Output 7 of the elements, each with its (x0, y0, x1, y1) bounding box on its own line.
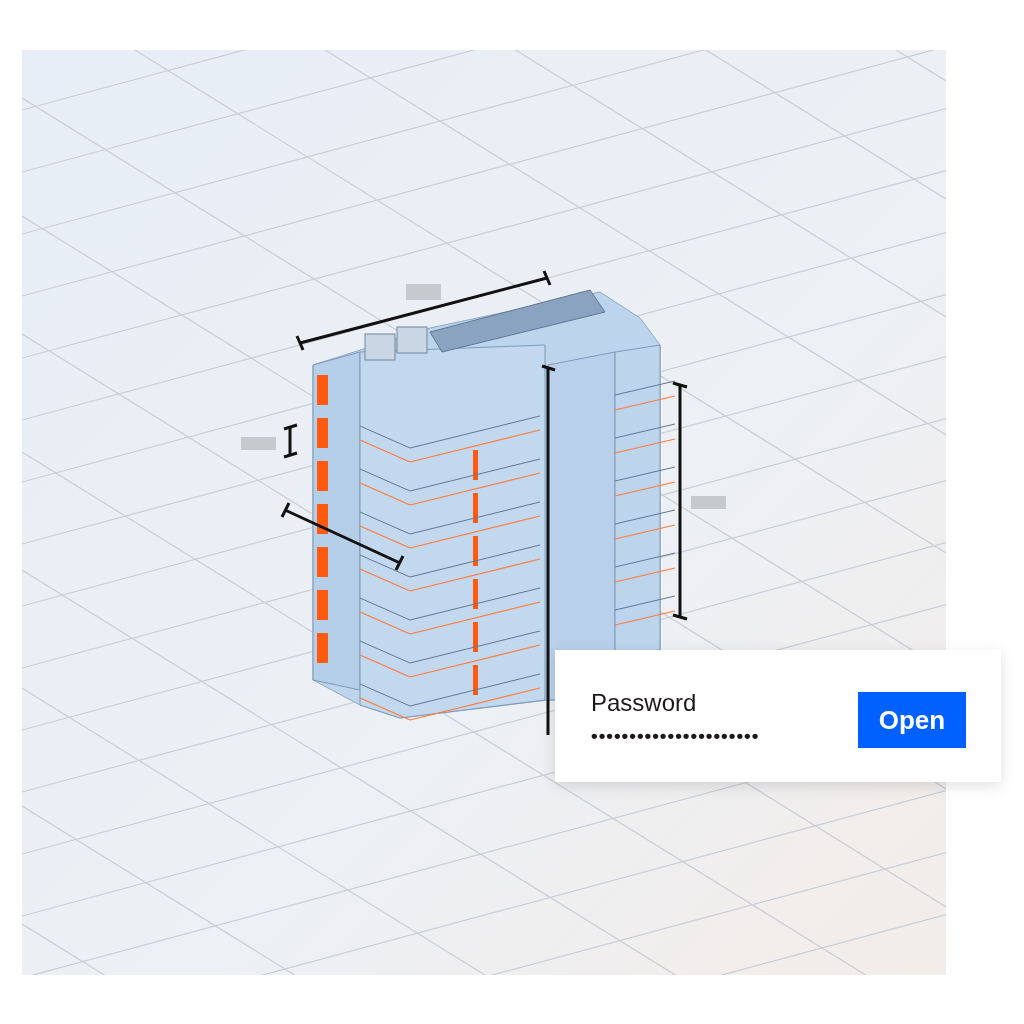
password-field[interactable]: •••••••••••••••••••••• (591, 725, 760, 747)
label-placeholder (241, 437, 276, 450)
open-button[interactable]: Open (858, 692, 966, 748)
dimension-line (283, 423, 298, 459)
password-label: Password (591, 689, 698, 717)
label-placeholder (406, 284, 441, 300)
label-placeholder (691, 496, 726, 509)
